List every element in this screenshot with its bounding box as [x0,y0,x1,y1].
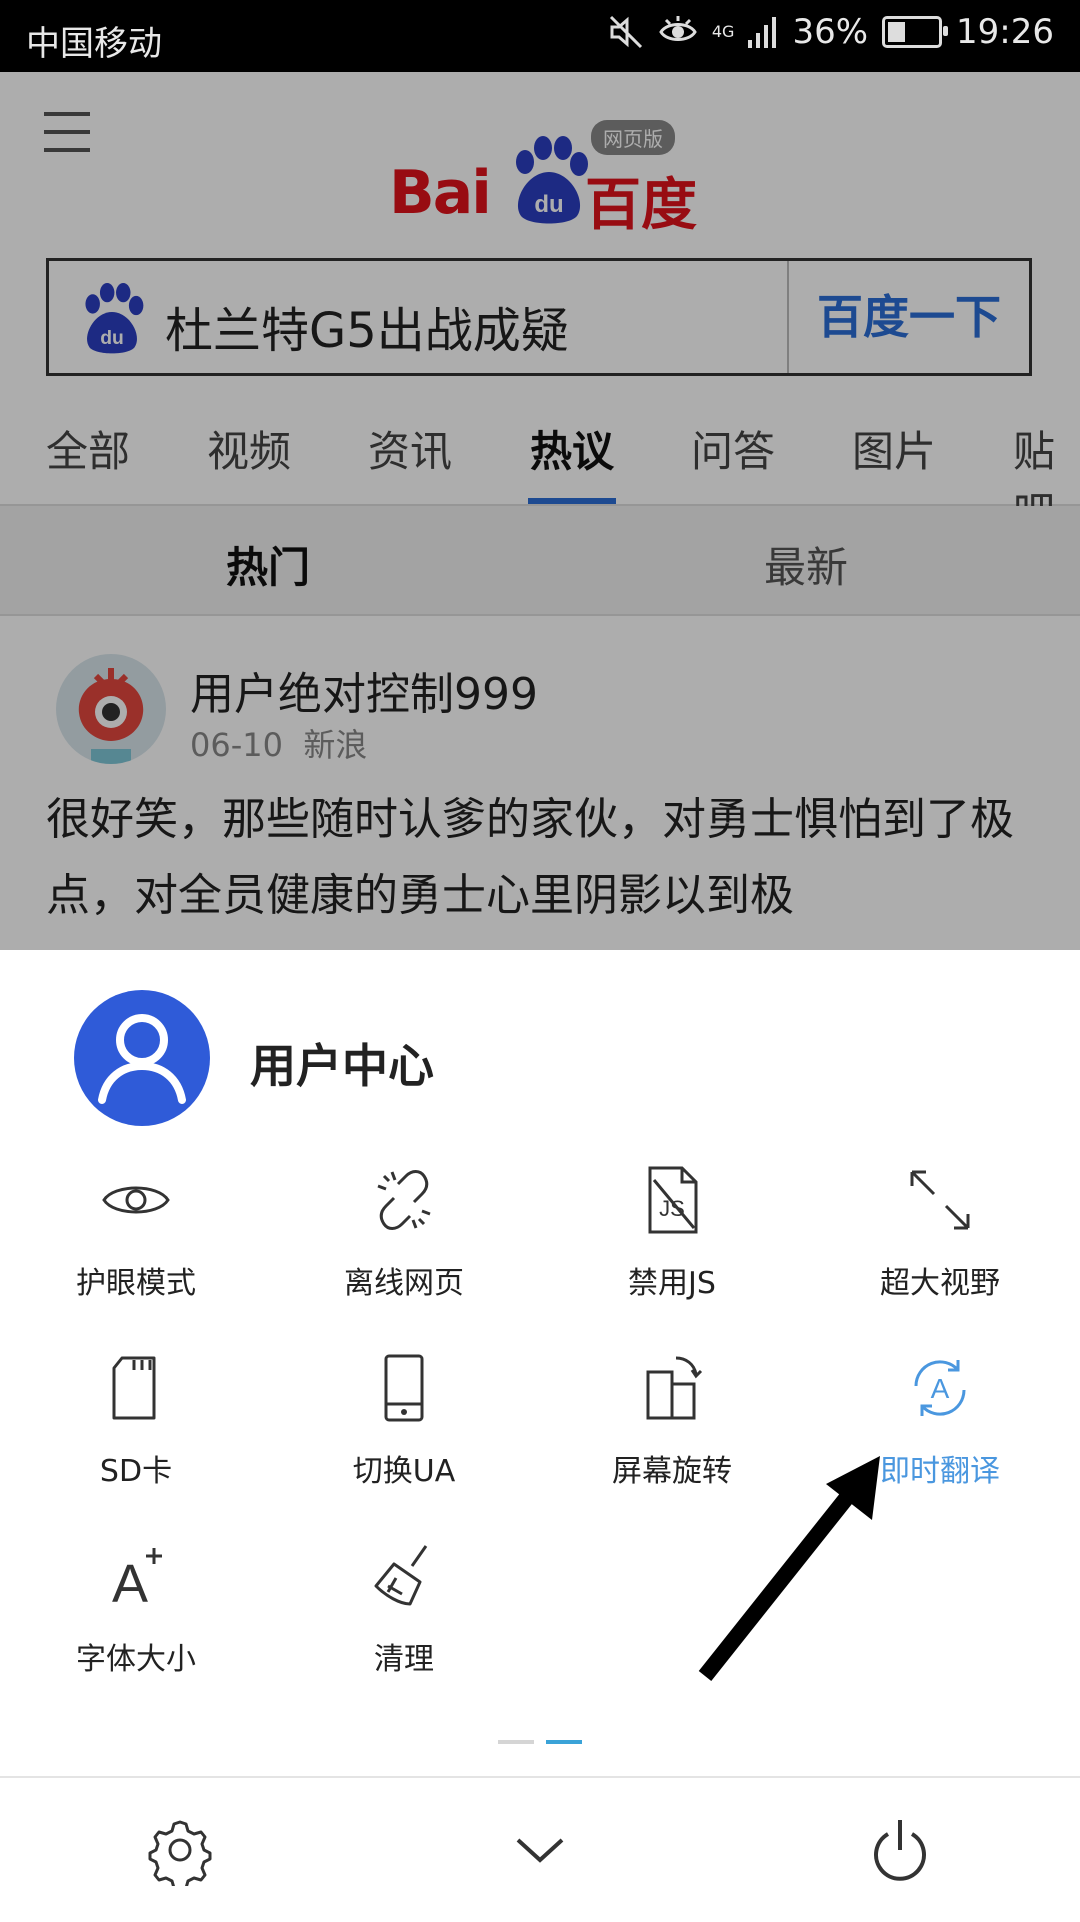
user-center-label[interactable]: 用户中心 [250,1030,434,1096]
battery-percent: 36% [792,12,869,52]
chevron-down-icon[interactable] [504,1814,576,1886]
status-icons: 4G 36% 19:26 [608,12,1054,52]
rotate-screen-icon [646,1356,703,1420]
page-indicator [498,1740,582,1746]
power-icon[interactable] [864,1814,936,1886]
user-icon [98,1014,186,1104]
menu-item-offline-page[interactable]: 离线网页 [294,1160,514,1302]
menu-item-rotate-screen[interactable]: 屏幕旋转 [562,1348,782,1490]
dim-overlay[interactable] [0,72,1080,950]
js-file-icon: JS [648,1166,698,1234]
clock: 19:26 [956,12,1054,52]
battery-icon [882,16,949,48]
expand-icon [910,1170,970,1230]
phone-icon [384,1354,424,1422]
svg-text:A: A [112,1554,148,1614]
mute-icon [609,15,642,49]
menu-item-instant-translate[interactable]: A 即时翻译 [830,1348,1050,1490]
network-type: 4G [711,22,735,41]
menu-item-clean[interactable]: 清理 [294,1536,514,1678]
font-size-icon: A [112,1548,162,1614]
menu-item-disable-js[interactable]: JS 禁用JS [562,1160,782,1302]
carrier-name: 中国移动 [26,24,162,64]
gear-icon[interactable] [144,1814,216,1886]
status-bar: 中国移动 4G 36% 19:26 [0,0,1080,72]
menu-item-font-size[interactable]: A 字体大小 [26,1536,246,1678]
broom-icon [374,1545,428,1606]
translate-icon: A [914,1360,966,1416]
menu-item-eye-mode[interactable]: 护眼模式 [26,1160,246,1302]
tools-menu-sheet: 用户中心 护眼模式 离线网页 JS 禁用JS 超大视野 SD卡 切换UA 屏幕旋… [0,950,1080,1920]
sd-card-icon [112,1356,156,1420]
bottom-action-bar [0,1776,1080,1922]
broken-link-icon [377,1170,431,1230]
eye-icon [102,1186,170,1214]
svg-text:A: A [931,1373,950,1404]
menu-item-switch-ua[interactable]: 切换UA [294,1348,514,1490]
menu-item-sd-card[interactable]: SD卡 [26,1348,246,1490]
menu-item-wide-view[interactable]: 超大视野 [830,1160,1050,1302]
eye-comfort-icon [659,16,697,41]
user-avatar[interactable] [74,990,210,1126]
signal-icon [748,17,777,48]
